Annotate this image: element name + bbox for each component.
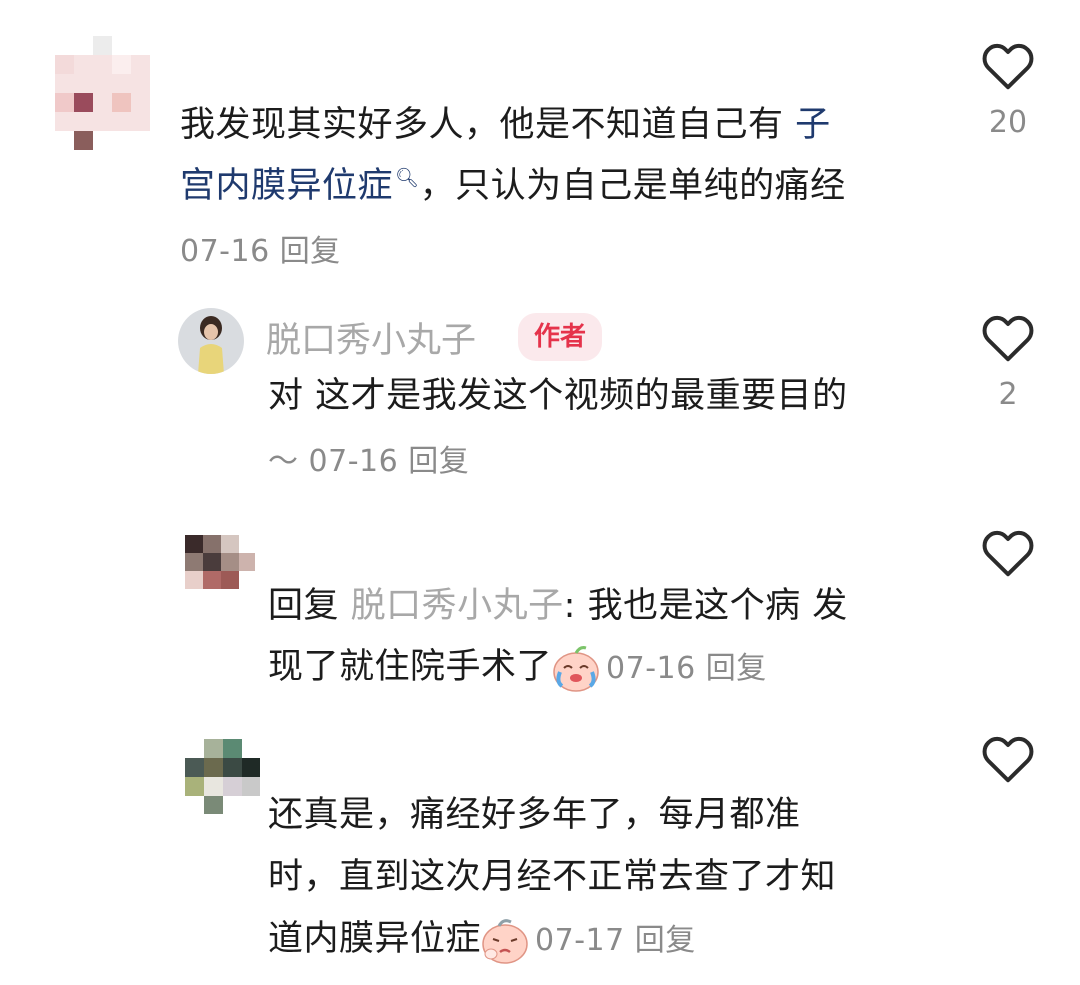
author-avatar[interactable]	[178, 308, 244, 374]
comment-2: 脱口秀小丸子 作者 对 这才是我发这个视频的最重要目的 ～ 07-16 回复 2	[0, 290, 1080, 505]
comment-text-line-2: 宫内膜异位症 🔍︎，只认为自己是单纯的痛经	[180, 166, 846, 206]
comment-text-line-2: 现了就住院手术了 07-16 回复	[268, 636, 767, 700]
reply-button[interactable]: 回复	[706, 651, 767, 686]
comment-text: 对 这才是我发这个视频的最重要目的	[268, 376, 848, 416]
comment-text-line-3: 道内膜异位症 07-17 回复	[268, 908, 696, 972]
reply-button[interactable]: 回复	[280, 234, 341, 269]
crying-laughing-face-icon	[553, 646, 599, 692]
comment-meta: 07-16 回复	[180, 226, 341, 270]
comment-text: 我发现其实好多人，他是不知道自己有 子	[180, 105, 831, 145]
reply-to-username[interactable]: 脱口秀小丸子	[351, 586, 564, 626]
sad-face-icon	[482, 919, 528, 964]
comment-text: 还真是，痛经好多年了，每月都准	[268, 795, 801, 835]
comment-date: 07-16	[606, 651, 696, 686]
heart-icon[interactable]	[978, 308, 1038, 368]
topic-link[interactable]: 子	[795, 105, 831, 145]
comment-3: 回复 脱口秀小丸子: 我也是这个病 发 现了就住院手术了 07-16 回复	[0, 505, 1080, 725]
comment-text-line-2: 时，直到这次月经不正常去查了才知	[268, 857, 837, 897]
topic-link[interactable]: 宫内膜异位症	[180, 166, 393, 206]
reply-button[interactable]: 回复	[635, 923, 696, 958]
avatar[interactable]	[185, 739, 260, 814]
comment-4: 还真是，痛经好多年了，每月都准 时，直到这次月经不正常去查了才知 道内膜异位症 …	[0, 725, 1080, 985]
author-username[interactable]: 脱口秀小丸子	[266, 312, 476, 363]
avatar[interactable]	[55, 36, 150, 151]
avatar[interactable]	[185, 535, 255, 593]
like-count: 20	[988, 105, 1028, 140]
comment-1: 我发现其实好多人，他是不知道自己有 子 宫内膜异位症 🔍︎，只认为自己是单纯的痛经…	[0, 0, 1080, 290]
heart-icon[interactable]	[978, 729, 1038, 789]
comment-date: 07-16	[180, 234, 270, 269]
comment-text: 回复 脱口秀小丸子: 我也是这个病 发	[268, 586, 848, 626]
like-count: 2	[998, 377, 1018, 412]
comment-date: 07-16	[308, 444, 399, 479]
search-icon[interactable]: 🔍︎	[395, 167, 420, 189]
comment-date: 07-17	[535, 923, 625, 958]
heart-icon[interactable]	[978, 36, 1038, 96]
reply-button[interactable]: 回复	[408, 444, 469, 479]
comment-meta: ～ 07-16 回复	[268, 444, 470, 479]
author-badge: 作者	[518, 313, 603, 361]
heart-icon[interactable]	[978, 523, 1038, 583]
